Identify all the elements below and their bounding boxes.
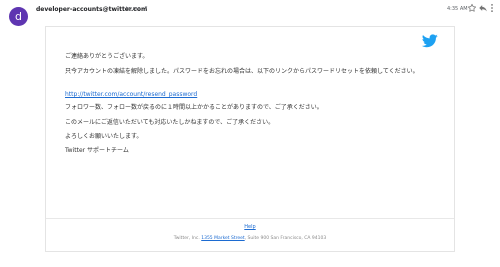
more-vert-icon[interactable] bbox=[489, 3, 495, 13]
company-name: Twitter, Inc. bbox=[173, 236, 200, 241]
timestamp: 4:35 AM bbox=[447, 6, 468, 12]
address-rest: , Suite 900 San Francisco, CA 94103 bbox=[244, 236, 327, 241]
follower-paragraph: フォロワー数、フォロー数が戻るのに１時間以上かかることがありますので、ご了承くだ… bbox=[65, 104, 323, 111]
sender-avatar[interactable]: d bbox=[9, 7, 28, 26]
greeting-text: ご連絡ありがとうございます。 bbox=[65, 53, 149, 60]
unlock-paragraph: 只今アカウントの凍結を解除しました。パスワードをお忘れの場合は、以下のリンクから… bbox=[65, 68, 419, 75]
footer-divider bbox=[46, 218, 454, 219]
twitter-bird-icon bbox=[422, 34, 438, 48]
closing-text: よろしくお願いいたします。 bbox=[65, 133, 143, 140]
email-header: d developer-accounts@twitter.com to me ▾… bbox=[0, 0, 500, 26]
no-reply-paragraph: このメールにご返信いただいても対応いたしかねますので、ご了承ください。 bbox=[65, 119, 275, 126]
company-address: Twitter, Inc. 1355 Market Street, Suite … bbox=[46, 236, 454, 241]
email-body-card: ご連絡ありがとうございます。 只今アカウントの凍結を解除しました。パスワードをお… bbox=[45, 26, 455, 252]
reset-link-paragraph: http://twitter.com/account/resend_passwo… bbox=[65, 91, 425, 99]
street-link[interactable]: 1355 Market Street bbox=[201, 236, 244, 241]
star-icon[interactable] bbox=[467, 3, 477, 13]
signature-text: Twitter サポートチーム bbox=[65, 147, 129, 154]
recipient-label: to me bbox=[126, 6, 141, 12]
reply-icon[interactable] bbox=[478, 3, 488, 13]
details-caret-icon[interactable]: ▾ bbox=[143, 6, 149, 14]
help-link[interactable]: Help bbox=[244, 224, 255, 230]
password-reset-link[interactable]: http://twitter.com/account/resend_passwo… bbox=[65, 91, 197, 98]
help-row: Help bbox=[46, 224, 454, 230]
